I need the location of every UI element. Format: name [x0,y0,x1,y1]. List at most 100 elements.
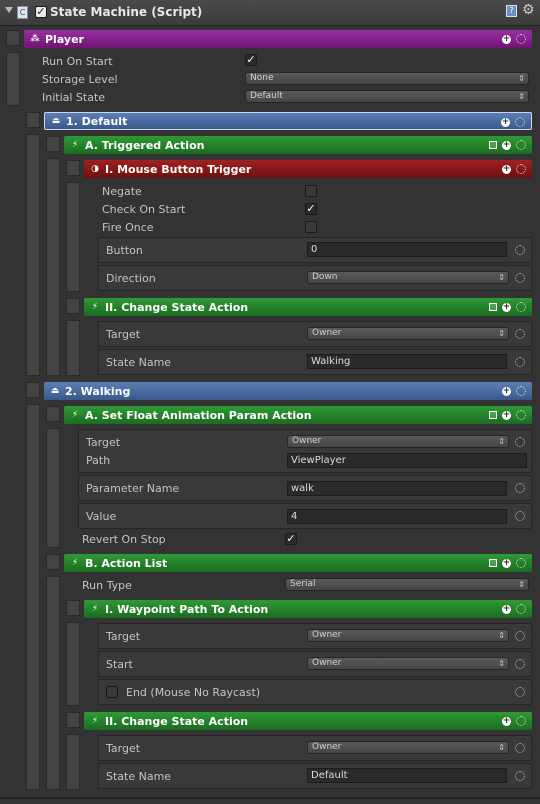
start-label: Start [106,658,133,671]
add-icon[interactable]: + [502,386,511,396]
state-name-label: State Name [106,770,172,783]
change-state-2-title: II. Change State Action [105,714,249,728]
revert-on-stop-label: Revert On Stop [82,533,166,546]
object-picker-icon[interactable] [515,483,525,493]
object-picker-icon[interactable] [515,357,525,367]
add-icon[interactable]: + [502,410,511,420]
parameter-name-field[interactable]: walk [287,481,507,496]
storage-level-dropdown[interactable]: None [245,72,529,85]
direction-dropdown[interactable]: Down [307,271,509,284]
run-type-dropdown[interactable]: Serial [285,578,529,591]
lightning-icon: ⚡ [91,716,99,726]
value-field[interactable]: 4 [287,509,507,524]
object-picker-icon[interactable] [515,329,525,339]
end-checkbox[interactable] [106,686,118,698]
action-list-header[interactable]: ⚡ B. Action List + [64,554,532,572]
player-handle[interactable] [6,30,20,46]
target-dropdown[interactable]: Owner [307,741,509,754]
add-icon[interactable]: + [502,164,511,174]
export-icon[interactable] [489,303,497,311]
path-field[interactable]: ViewPlayer [287,453,527,468]
object-picker-icon[interactable] [515,245,525,255]
add-icon[interactable]: + [502,716,511,726]
object-picker-icon[interactable] [516,410,526,420]
script-icon: C [17,6,28,19]
setfloat-gutter [46,428,60,548]
collapse-icon[interactable] [489,411,497,419]
state1-handle[interactable] [26,112,40,128]
triggered-action-title: A. Triggered Action [85,138,205,152]
gear-icon[interactable]: ⚙ [522,2,535,18]
object-picker-icon[interactable] [515,687,525,697]
state2-header[interactable]: ⏏ 2. Walking + [44,382,532,400]
object-picker-icon[interactable] [516,604,526,614]
end-label: End (Mouse No Raycast) [126,686,261,699]
object-picker-icon[interactable] [515,743,525,753]
change-state-1-header[interactable]: ⚡ II. Change State Action + [84,298,532,316]
object-picker-icon[interactable] [516,34,526,44]
object-picker-icon[interactable] [516,164,526,174]
target-label: Target [106,742,141,755]
trigger-handle[interactable] [66,160,80,176]
add-icon[interactable]: + [502,558,511,568]
target-dropdown[interactable]: Owner [287,435,509,448]
negate-checkbox[interactable] [305,185,317,197]
initial-state-label: Initial State [42,91,106,104]
component-enabled-checkbox[interactable]: ✓ [35,6,47,18]
state-name-field[interactable]: Default [307,768,507,783]
initial-state-dropdown[interactable]: Default [245,90,529,103]
object-picker-icon[interactable] [515,659,525,669]
start-dropdown[interactable]: Owner [307,657,509,670]
add-icon[interactable]: + [502,302,511,312]
collapse-icon[interactable] [489,141,497,149]
waypoint-handle[interactable] [66,600,80,616]
collapse-icon[interactable] [489,559,497,567]
run-on-start-checkbox[interactable]: ✓ [245,54,257,66]
check-on-start-checkbox[interactable]: ✓ [305,203,317,215]
object-picker-icon[interactable] [516,716,526,726]
change1-handle[interactable] [66,298,80,314]
mouse-trigger-header[interactable]: ◑ I. Mouse Button Trigger + [84,160,532,178]
target-dropdown[interactable]: Owner [307,327,509,340]
object-picker-icon[interactable] [515,117,525,127]
fire-once-checkbox[interactable] [305,221,317,233]
add-icon[interactable]: + [502,34,511,44]
object-picker-icon[interactable] [516,558,526,568]
triggered-action-header[interactable]: ⚡ A. Triggered Action + [64,136,532,154]
target-dropdown[interactable]: Owner [307,629,509,642]
state1-header[interactable]: ⏏ 1. Default + [44,112,532,130]
add-icon[interactable]: + [501,117,510,127]
object-picker-icon[interactable] [515,273,525,283]
object-picker-icon[interactable] [515,437,525,447]
foldout-arrow-icon[interactable] [5,7,13,13]
object-picker-icon[interactable] [516,302,526,312]
change2-handle[interactable] [66,712,80,728]
triggered-handle[interactable] [46,136,60,152]
object-picker-icon[interactable] [515,771,525,781]
add-icon[interactable]: + [502,604,511,614]
player-header[interactable]: ⁂ Player + [24,30,532,48]
actionlist-handle[interactable] [46,554,60,570]
set-float-header[interactable]: ⚡ A. Set Float Animation Param Action + [64,406,532,424]
change2-gutter [66,734,80,790]
run-on-start-label: Run On Start [42,55,113,68]
lightning-icon: ⚡ [91,604,99,614]
state2-handle[interactable] [26,382,40,398]
object-picker-icon[interactable] [515,631,525,641]
change1-gutter [66,320,80,376]
setfloat-handle[interactable] [46,406,60,422]
button-field[interactable]: 0 [307,242,507,257]
object-picker-icon[interactable] [516,386,526,396]
change-state-2-header[interactable]: ⚡ II. Change State Action + [84,712,532,730]
revert-on-stop-checkbox[interactable]: ✓ [285,533,297,545]
help-icon[interactable]: ? [506,5,517,17]
waypoint-header[interactable]: ⚡ I. Waypoint Path To Action + [84,600,532,618]
player-title: Player [45,32,84,46]
state-name-field[interactable]: Walking [307,354,507,369]
storage-level-label: Storage Level [42,73,118,86]
lightning-icon: ⚡ [71,410,79,420]
trigger-gutter [66,182,80,292]
object-picker-icon[interactable] [515,511,525,521]
object-picker-icon[interactable] [516,140,526,150]
add-icon[interactable]: + [502,140,511,150]
